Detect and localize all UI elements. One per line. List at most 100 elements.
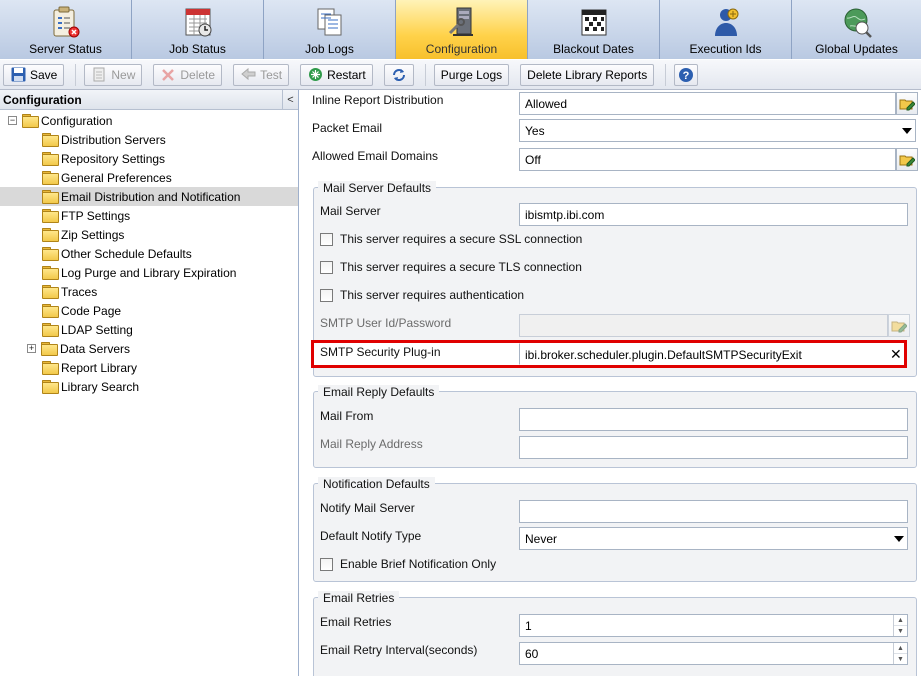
delete-label: Delete [180, 67, 216, 82]
calendar-icon [577, 6, 611, 38]
restart-label: Restart [327, 67, 366, 82]
folder-edit-icon [899, 99, 915, 110]
tree-node-ftp-settings[interactable]: FTP Settings [42, 206, 298, 225]
tree-node-distribution-servers[interactable]: Distribution Servers [42, 130, 298, 149]
email-retries-spinner[interactable]: ▲ ▼ [893, 615, 907, 636]
job-logs-icon [313, 6, 347, 38]
tab-job-logs[interactable]: Job Logs [264, 0, 396, 59]
toolbar-separator [424, 63, 426, 86]
spin-down-icon[interactable]: ▼ [894, 625, 907, 636]
help-button[interactable]: ? [674, 63, 699, 86]
brief-notification-checkbox[interactable] [320, 558, 333, 571]
email-retries-field[interactable]: 1 [519, 614, 908, 637]
settings-form: Inline Report Distribution Allowed Packe… [300, 90, 921, 676]
configuration-icon [445, 6, 479, 38]
mail-reply-address-label: Mail Reply Address [320, 437, 423, 451]
folder-icon [42, 285, 59, 299]
collapse-node-icon[interactable]: − [8, 116, 17, 125]
tab-job-status[interactable]: Job Status [132, 0, 264, 59]
mail-from-field[interactable] [519, 408, 908, 431]
email-retry-interval-spinner[interactable]: ▲ ▼ [893, 643, 907, 664]
notify-mail-server-label: Notify Mail Server [320, 501, 415, 515]
tree-panel-header: Configuration < [0, 90, 298, 110]
save-button[interactable]: Save [3, 63, 65, 86]
clear-x-icon[interactable]: ✕ [890, 346, 902, 363]
chevron-down-icon[interactable] [890, 528, 907, 549]
tab-label: Configuration [425, 42, 498, 56]
spin-up-icon[interactable]: ▲ [894, 643, 907, 653]
tab-blackout-dates[interactable]: Blackout Dates [528, 0, 660, 59]
refresh-icon [391, 67, 407, 83]
help-icon: ? [678, 67, 694, 83]
tab-server-status[interactable]: Server Status [0, 0, 132, 59]
delete-library-reports-label: Delete Library Reports [527, 67, 648, 82]
restart-button[interactable]: Restart [300, 63, 373, 86]
tree-node-ldap-setting[interactable]: LDAP Setting [42, 320, 298, 339]
tree-node-other-schedule-defaults[interactable]: Other Schedule Defaults [42, 244, 298, 263]
new-button[interactable]: New [84, 63, 143, 86]
configuration-tree-panel: Configuration < − Configuration Distribu… [0, 90, 299, 676]
folder-icon [42, 304, 59, 318]
auth-checkbox[interactable] [320, 289, 333, 302]
email-retries-label: Email Retries [320, 615, 392, 629]
tree-node-label: Library Search [61, 379, 140, 394]
delete-button[interactable]: Delete [153, 63, 223, 86]
folder-icon [42, 361, 59, 375]
tree-node-label: Code Page [61, 303, 122, 318]
chevron-down-icon[interactable] [898, 120, 915, 141]
packet-email-select[interactable]: Yes [519, 119, 916, 142]
expand-node-icon[interactable]: + [27, 344, 36, 353]
folder-icon [42, 323, 59, 337]
folder-icon [42, 133, 59, 147]
edit-folder-button[interactable] [896, 92, 918, 115]
tree-node-log-purge[interactable]: Log Purge and Library Expiration [42, 263, 298, 282]
ssl-checkbox-label: This server requires a secure SSL connec… [340, 232, 583, 246]
tree-node-code-page[interactable]: Code Page [42, 301, 298, 320]
ssl-checkbox[interactable] [320, 233, 333, 246]
default-notify-type-select[interactable]: Never [519, 527, 908, 550]
tab-label: Global Updates [815, 42, 898, 56]
tab-execution-ids[interactable]: Execution Ids [660, 0, 792, 59]
tree-node-zip-settings[interactable]: Zip Settings [42, 225, 298, 244]
smtp-plugin-field[interactable]: ibi.broker.scheduler.plugin.DefaultSMTPS… [519, 343, 904, 365]
test-button[interactable]: Test [233, 63, 290, 86]
tree-node-data-servers[interactable]: + Data Servers [27, 339, 298, 358]
tab-label: Execution Ids [689, 42, 762, 56]
spin-down-icon[interactable]: ▼ [894, 653, 907, 664]
tree-node-label: Configuration [41, 113, 113, 128]
tree-node-report-library[interactable]: Report Library [42, 358, 298, 377]
restart-icon [307, 67, 323, 83]
job-status-icon [181, 6, 215, 38]
edit-folder-button[interactable] [896, 148, 918, 171]
default-notify-type-label: Default Notify Type [320, 529, 422, 543]
purge-logs-button[interactable]: Purge Logs [433, 63, 510, 86]
collapse-panel-button[interactable]: < [282, 90, 298, 109]
tree-node-traces[interactable]: Traces [42, 282, 298, 301]
inline-report-distribution-field[interactable]: Allowed [519, 92, 896, 115]
tree-node-repository-settings[interactable]: Repository Settings [42, 149, 298, 168]
tree-node-library-search[interactable]: Library Search [42, 377, 298, 396]
tree-node-general-preferences[interactable]: General Preferences [42, 168, 298, 187]
tree-node-email-distribution[interactable]: Email Distribution and Notification [0, 187, 298, 206]
floppy-disk-icon [10, 67, 26, 83]
tree-node-label: Repository Settings [61, 151, 166, 166]
tab-global-updates[interactable]: Global Updates [792, 0, 921, 59]
email-retry-interval-field[interactable]: 60 [519, 642, 908, 665]
delete-library-reports-button[interactable]: Delete Library Reports [520, 63, 655, 86]
tab-label: Server Status [29, 42, 102, 56]
notify-mail-server-field[interactable] [519, 500, 908, 523]
tab-configuration[interactable]: Configuration [396, 0, 528, 59]
mail-reply-address-field[interactable] [519, 436, 908, 459]
refresh-button[interactable] [383, 63, 414, 86]
tree-node-label: Report Library [61, 360, 138, 375]
mail-server-field[interactable]: ibismtp.ibi.com [519, 203, 908, 226]
tree-node-configuration[interactable]: − Configuration [8, 111, 298, 130]
smtp-user-label: SMTP User Id/Password [320, 316, 452, 330]
spin-up-icon[interactable]: ▲ [894, 615, 907, 625]
folder-icon [42, 152, 59, 166]
tls-checkbox[interactable] [320, 261, 333, 274]
email-retry-interval-label: Email Retry Interval(seconds) [320, 643, 478, 657]
tree-node-label: Traces [61, 284, 98, 299]
allowed-email-domains-field[interactable]: Off [519, 148, 896, 171]
tree-node-label: Other Schedule Defaults [61, 246, 192, 261]
